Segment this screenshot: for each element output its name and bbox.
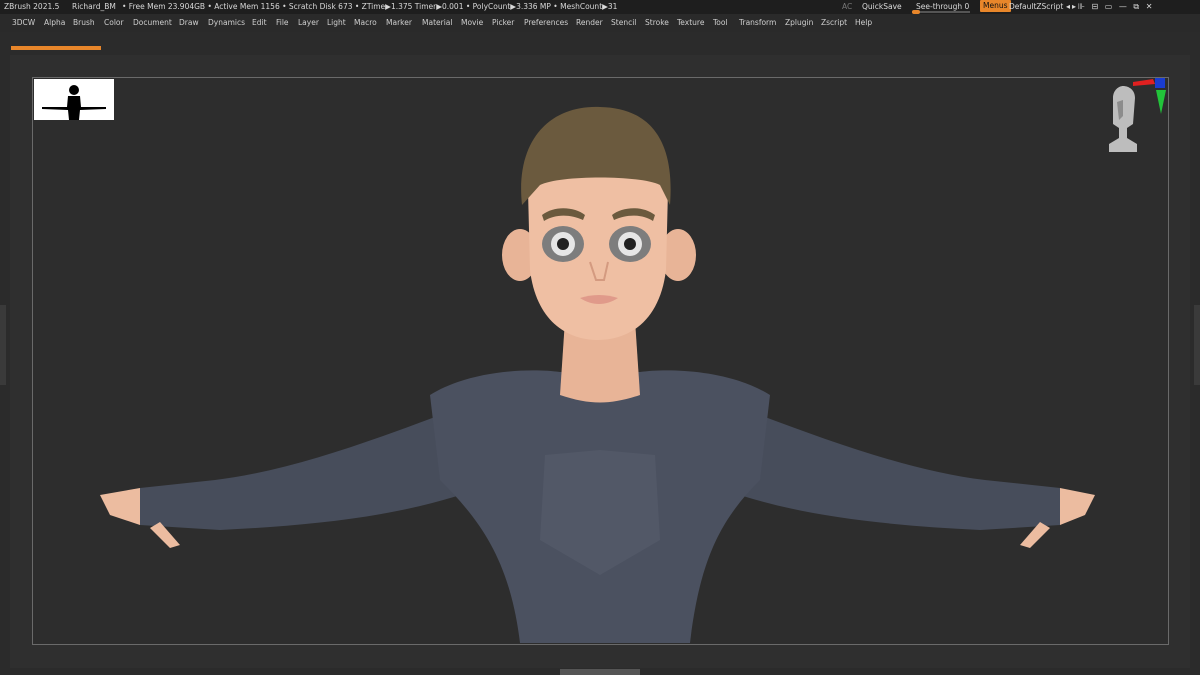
menu-item-movie[interactable]: Movie bbox=[461, 14, 483, 32]
app-title: ZBrush 2021.5 bbox=[4, 2, 60, 11]
menu-item-preferences[interactable]: Preferences bbox=[524, 14, 568, 32]
ac-indicator: AC bbox=[842, 2, 853, 11]
menu-item-dynamics[interactable]: Dynamics bbox=[208, 14, 245, 32]
menu-item-file[interactable]: File bbox=[276, 14, 289, 32]
menu-item-alpha[interactable]: Alpha bbox=[44, 14, 65, 32]
menu-item-draw[interactable]: Draw bbox=[179, 14, 199, 32]
thumbnail-preview[interactable] bbox=[34, 79, 114, 120]
left-tray-handle[interactable] bbox=[0, 305, 6, 385]
menu-item-picker[interactable]: Picker bbox=[492, 14, 514, 32]
menu-item-stencil[interactable]: Stencil bbox=[611, 14, 636, 32]
left-eye bbox=[542, 226, 584, 262]
window-controls-icon[interactable]: ◂▸⊪ ⊟ ▭ — ⧉ ✕ bbox=[1066, 0, 1154, 14]
menu-item-layer[interactable]: Layer bbox=[298, 14, 319, 32]
memory-status: • Free Mem 23.904GB • Active Mem 1156 • … bbox=[122, 2, 618, 11]
menu-item-zscript[interactable]: Zscript bbox=[821, 14, 847, 32]
default-zscript-button[interactable]: DefaultZScript bbox=[1009, 0, 1063, 14]
menu-item-zplugin[interactable]: Zplugin bbox=[785, 14, 813, 32]
menu-item-material[interactable]: Material bbox=[422, 14, 452, 32]
menu-item-stroke[interactable]: Stroke bbox=[645, 14, 669, 32]
character-silhouette-icon bbox=[42, 85, 106, 120]
menu-item-tool[interactable]: Tool bbox=[713, 14, 728, 32]
document-name: Richard_BM bbox=[72, 2, 116, 11]
menu-item-macro[interactable]: Macro bbox=[354, 14, 377, 32]
character-model[interactable] bbox=[32, 77, 1167, 643]
head-orientation-gizmo-icon[interactable] bbox=[1103, 76, 1171, 156]
quicksave-button[interactable]: QuickSave bbox=[862, 0, 902, 14]
menu-item-render[interactable]: Render bbox=[576, 14, 603, 32]
menu-item-marker[interactable]: Marker bbox=[386, 14, 412, 32]
right-tray-handle[interactable] bbox=[1194, 305, 1200, 385]
see-through-slider[interactable] bbox=[912, 11, 970, 13]
menus-toggle-button[interactable]: Menus bbox=[980, 0, 1011, 12]
menu-bar: 3DCW Alpha Brush Color Document Draw Dynamics E… bbox=[0, 14, 1200, 32]
menu-item-transform[interactable]: Transform bbox=[739, 14, 776, 32]
menu-item-3dcw[interactable]: 3DCW bbox=[12, 14, 35, 32]
active-tab-indicator bbox=[11, 46, 101, 50]
menu-item-document[interactable]: Document bbox=[133, 14, 172, 32]
menu-item-edit[interactable]: Edit bbox=[252, 14, 267, 32]
menu-item-light[interactable]: Light bbox=[327, 14, 346, 32]
bottom-tray-handle[interactable] bbox=[560, 669, 640, 675]
menu-item-texture[interactable]: Texture bbox=[677, 14, 704, 32]
menu-item-brush[interactable]: Brush bbox=[73, 14, 95, 32]
menu-item-help[interactable]: Help bbox=[855, 14, 872, 32]
title-bar: ZBrush 2021.5 Richard_BM • Free Mem 23.9… bbox=[0, 0, 1200, 14]
right-eye bbox=[609, 226, 651, 262]
menu-item-color[interactable]: Color bbox=[104, 14, 124, 32]
